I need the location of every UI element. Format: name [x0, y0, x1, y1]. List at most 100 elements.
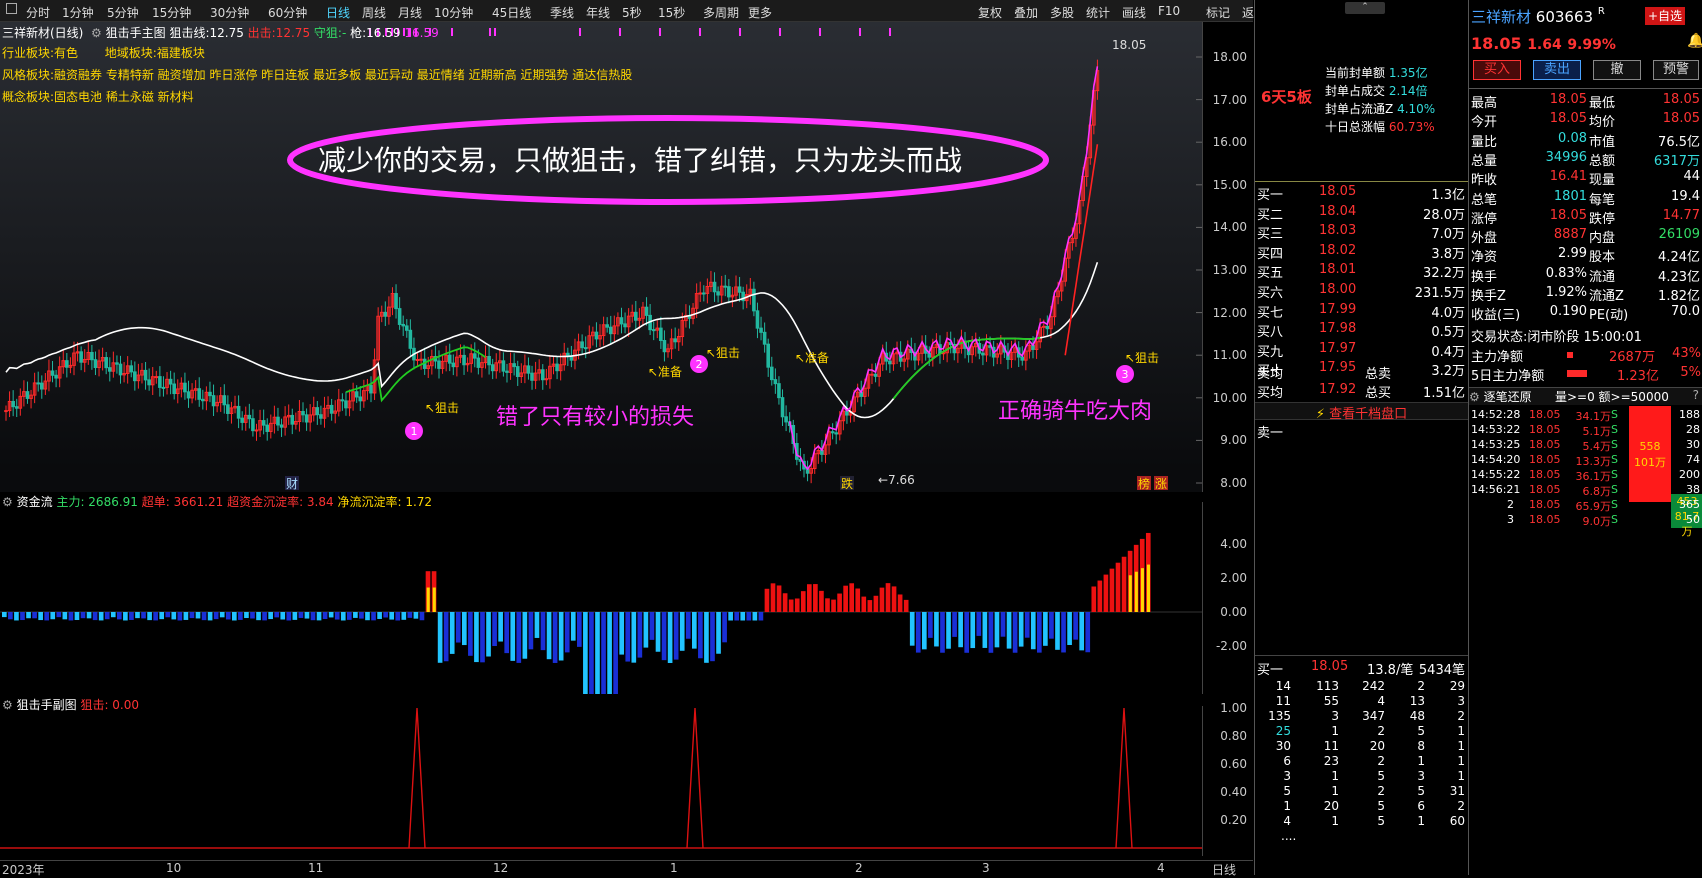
candle-body: [254, 429, 259, 432]
net5-row: 5日主力净额 1.23亿 5%: [1471, 365, 1702, 384]
bid-level[interactable]: 买二: [1257, 204, 1283, 223]
candle-body: [727, 286, 731, 298]
bid-level[interactable]: 买一: [1257, 184, 1283, 203]
fund-bar: [940, 612, 945, 653]
candle-body: [472, 353, 477, 359]
bid-price[interactable]: 18.04: [1319, 204, 1356, 222]
sniper-sub-panel[interactable]: ⚙ 狙击手副图 狙击: 0.00: [0, 698, 1202, 856]
fund-bar: [353, 612, 358, 618]
candle-body: [701, 292, 706, 295]
bid-level[interactable]: 买七: [1257, 302, 1283, 321]
period-tab-0[interactable]: 分时: [26, 4, 50, 21]
fund-super: 超单: 3661.21: [141, 495, 224, 509]
price-tick: 15.00: [1212, 177, 1247, 192]
action-button-3[interactable]: 预警: [1653, 60, 1699, 80]
toolbar-btn-6[interactable]: 标记: [1206, 4, 1230, 21]
bid-price[interactable]: 17.99: [1319, 302, 1356, 320]
period-tab-9[interactable]: 10分钟: [434, 4, 473, 21]
period-tab-7[interactable]: 周线: [362, 4, 386, 21]
fund-bar: [988, 612, 994, 653]
bid-level[interactable]: 买九: [1257, 341, 1283, 360]
fund-bar: [1024, 612, 1030, 638]
fund-bar: [86, 612, 92, 619]
note-left: 错了只有较小的损失: [496, 405, 694, 430]
depth-link[interactable]: ⚡ 查看千档盘口: [1255, 402, 1468, 422]
bid-price[interactable]: 18.00: [1319, 282, 1356, 300]
fund-bar: [1067, 612, 1072, 645]
tick-filter[interactable]: 量>=0 额>=50000: [1555, 388, 1669, 405]
fund-settings-icon[interactable]: ⚙: [2, 495, 13, 509]
period-tab-12[interactable]: 年线: [586, 4, 610, 21]
period-tab-13[interactable]: 5秒: [622, 4, 642, 21]
fund-bar: [673, 612, 679, 660]
toolbar-btn-3[interactable]: 统计: [1086, 4, 1110, 21]
stat-label: 最低: [1589, 96, 1616, 111]
tick-title[interactable]: 逐笔还原: [1484, 390, 1532, 404]
indicator-settings-icon[interactable]: ⚙: [87, 26, 105, 40]
period-tab-2[interactable]: 5分钟: [107, 4, 139, 21]
fund-bar: [280, 612, 286, 620]
bid-level[interactable]: 买五: [1257, 262, 1283, 281]
fund-bar: [540, 612, 546, 651]
toolbar-btn-1[interactable]: 叠加: [1014, 4, 1038, 21]
period-tab-3[interactable]: 15分钟: [152, 4, 191, 21]
candle-body: [143, 369, 148, 381]
fund-bar: [928, 612, 933, 638]
candle-body: [769, 366, 774, 381]
toolbar-btn-5[interactable]: F10: [1158, 4, 1180, 18]
period-tab-15[interactable]: 多周期: [703, 4, 739, 21]
period-tab-14[interactable]: 15秒: [658, 4, 685, 21]
fund-bar: [504, 612, 510, 654]
indicator-name[interactable]: 狙击手主图: [106, 26, 166, 40]
bell-icon[interactable]: 🔔: [1687, 33, 1702, 49]
bid-price[interactable]: 18.03: [1319, 223, 1356, 241]
fund-bar: [62, 612, 68, 620]
bid-level[interactable]: 买八: [1257, 321, 1283, 340]
action-button-2[interactable]: 撤: [1593, 60, 1641, 80]
period-tab-16[interactable]: 更多: [748, 4, 772, 21]
bid-price[interactable]: 17.97: [1319, 341, 1356, 359]
seal-row: 当前封单额 1.35亿: [1325, 64, 1428, 82]
fund-bar: [274, 612, 280, 618]
tick-settings-icon[interactable]: ⚙: [1469, 390, 1484, 404]
sub-axis: 1.00 0.80 0.60 0.40 0.20: [1202, 701, 1253, 856]
action-button-1[interactable]: 卖出: [1533, 60, 1581, 80]
stat-label: PE(动): [1589, 308, 1629, 324]
stat-value: 0.190: [1549, 304, 1587, 320]
toolbar-btn-2[interactable]: 多股: [1050, 4, 1074, 21]
bid-level[interactable]: 买六: [1257, 282, 1283, 301]
bid-level[interactable]: 买四: [1257, 243, 1283, 262]
note-right: 正确骑牛吃大肉: [998, 399, 1152, 424]
period-tab-6[interactable]: 日线: [326, 4, 350, 21]
help-icon[interactable]: ?: [1693, 388, 1699, 402]
bid-price[interactable]: 17.98: [1319, 321, 1356, 339]
bid-price[interactable]: 17.95: [1319, 360, 1356, 378]
bid-price[interactable]: 18.05: [1319, 184, 1356, 202]
period-tab-8[interactable]: 月线: [398, 4, 422, 21]
stat-value: 18.05: [1549, 207, 1587, 223]
period-tab-4[interactable]: 30分钟: [210, 4, 249, 21]
fund-bar: [244, 612, 249, 619]
fund-bar: [558, 612, 564, 661]
collapse-icon[interactable]: ⌃: [1345, 2, 1385, 14]
fund-flow-panel[interactable]: ⚙ 资金流 主力: 2686.91 超单: 3661.21 超资金沉淀率: 3.…: [0, 495, 1202, 694]
candle-body: [644, 306, 649, 316]
period-tab-1[interactable]: 1分钟: [62, 4, 94, 21]
bid-price[interactable]: 18.02: [1319, 243, 1356, 261]
menu-icon[interactable]: [6, 3, 17, 14]
sub-settings-icon[interactable]: ⚙: [2, 698, 13, 712]
fund-bar-inner: [1146, 564, 1150, 612]
period-tab-5[interactable]: 60分钟: [268, 4, 307, 21]
period-tab-11[interactable]: 季线: [550, 4, 574, 21]
candle-body: [79, 351, 83, 363]
bid-price[interactable]: 18.01: [1319, 262, 1356, 280]
bid-level[interactable]: 买三: [1257, 223, 1283, 242]
add-watchlist-button[interactable]: +自选: [1645, 7, 1685, 25]
main-price-panel[interactable]: 减少你的交易，只做狙击，错了纠错，只为龙头而战 错了只有较小的损失 正确骑牛吃大肉 1…: [0, 22, 1202, 492]
action-button-0[interactable]: 买入: [1473, 60, 1521, 80]
fund-bar: [26, 612, 31, 619]
toolbar-btn-4[interactable]: 画线: [1122, 4, 1146, 21]
sub-tick: 0.60: [1220, 757, 1247, 771]
toolbar-btn-0[interactable]: 复权: [978, 4, 1002, 21]
period-tab-10[interactable]: 45日线: [492, 4, 531, 21]
